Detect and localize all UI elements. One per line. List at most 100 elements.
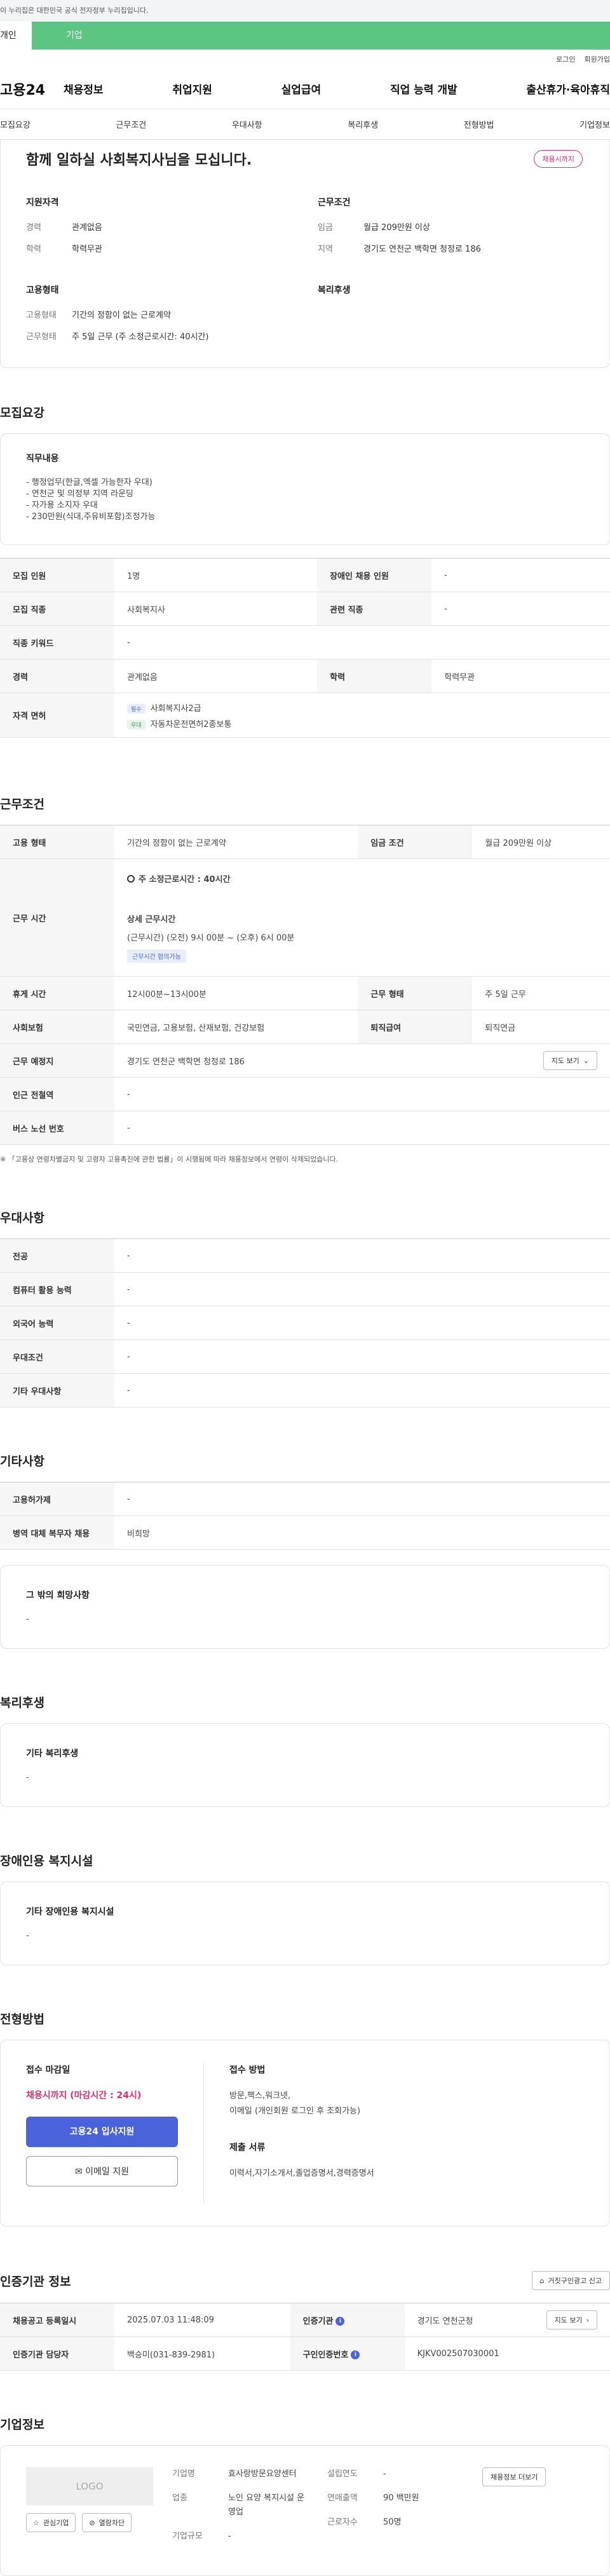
menu-unemployment[interactable]: 실업급여 [281, 81, 322, 97]
summary-grid: 지원자격 경력 관계없음 학력 학력무관 근무조건 임금 월급 209만원 이상 지역… [26, 196, 584, 348]
company-jobs-button[interactable]: 채용정보 더보기 [482, 2467, 546, 2486]
table-row: 인근 전철역 - [0, 1077, 610, 1111]
company-row: 업종 노인 요양 복지시설 운영업 [172, 2491, 308, 2519]
table-row: 근무 시간 주 소정근로시간 : 40시간 상세 근무시간 (근무시간) (오전… [0, 858, 610, 977]
section-selection-title: 전형방법 [0, 2012, 44, 2026]
menu-training[interactable]: 직업 능력 개발 [390, 81, 458, 97]
company-value: 50명 [383, 2518, 402, 2527]
cell-value: - [114, 1339, 610, 1374]
company-key: 연매출액 [327, 2493, 358, 2503]
home-icon: ⌂ [539, 2276, 545, 2285]
agency-org: 경기도 연천군청 [417, 2316, 473, 2326]
cell-key: 근무 시간 [0, 858, 114, 977]
cell-value: - [114, 1111, 610, 1145]
duty-line: - 자가용 소지자 우대 [26, 501, 98, 510]
site-logo[interactable]: 고용24 [0, 79, 64, 99]
block-company-button[interactable]: ⊘ 열람차단 [82, 2513, 132, 2532]
tab-company[interactable]: 기업 [32, 22, 610, 50]
tab-preferences[interactable]: 우대사항 [232, 118, 262, 130]
email-apply-button[interactable]: ✉ 이메일 지원 [26, 2156, 178, 2186]
table-row: 직종 키워드 - [0, 625, 610, 660]
block-label: 열람차단 [98, 2519, 125, 2527]
company-value: 노인 요양 복지시설 운영업 [228, 2493, 305, 2517]
docs-value: 이력서,자기소개서,졸업증명서,경력증명서 [229, 2169, 374, 2178]
tab-recruit[interactable]: 모집요강 [0, 118, 30, 130]
report-fake-ad-button[interactable]: ⌂ 거짓구인광고 신고 [531, 2271, 610, 2290]
join-link[interactable]: 회원가입 [585, 54, 610, 64]
welfare-box-value: - [26, 1773, 29, 1782]
cell-key: 근무 예정지 [0, 1043, 114, 1078]
summary-row: 지역 경기도 연천군 백학면 청정로 186 [318, 239, 584, 261]
info-icon[interactable]: i [336, 2317, 345, 2326]
tab-company[interactable]: 기업정보 [580, 118, 610, 130]
etc-table: 고용허가제 - 병역 대체 복무자 채용 비희망 [0, 1482, 610, 1550]
company-actions: ☆ 관심기업 ⊘ 열람차단 [26, 2513, 153, 2532]
cell-value: 1명 [114, 558, 318, 592]
menu-support[interactable]: 취업지원 [172, 81, 212, 97]
table-row: 사회보험 국민연금, 고용보험, 산재보험, 건강보험 퇴직급여 퇴직연금 [0, 1010, 610, 1044]
company-value: 90 백만원 [383, 2493, 419, 2503]
summary-key: 고용형태 [26, 311, 57, 320]
company-logo: LOGO [26, 2467, 153, 2505]
global-nav: 고용24 채용정보 취업지원 실업급여 직업 능력 개발 출산휴가·육아휴직 [0, 69, 610, 109]
map-view-button[interactable]: 지도 보기 ⌄ [543, 1051, 597, 1070]
company-info-col2: 설립연도 - 연매출액 90 백만원 근로자수 50명 [327, 2467, 463, 2554]
table-row: 버스 노선 번호 - [0, 1111, 610, 1145]
menu-jobs[interactable]: 채용정보 [64, 81, 104, 97]
table-row: 고용허가제 - [0, 1482, 610, 1516]
table-row: 고용 형태 기간의 정함이 없는 근로계약 임금 조건 월급 209만원 이상 [0, 825, 610, 859]
summary-key: 학력 [26, 245, 41, 254]
disabled-facility-box-title: 기타 장애인용 복지시설 [26, 1907, 114, 1917]
work-place: 경기도 연천군 백학면 청정로 186 [127, 1057, 245, 1067]
deadline-value: 채용시까지 (마감시간 : 24시) [26, 2091, 142, 2101]
summary-value: 경기도 연천군 백학면 청정로 186 [363, 245, 481, 254]
cell-key: 인근 전철역 [0, 1077, 114, 1111]
method-title: 접수 방법 [229, 2065, 266, 2075]
cell-value: - [114, 1238, 610, 1273]
license-name: 자동차운전면허2종보통 [150, 719, 232, 729]
summary-row: 경력 관계없음 [26, 217, 292, 239]
license-cell: 필수 사회복지사2급 우대 자동차운전면허2종보통 [114, 693, 610, 738]
company-value: - [383, 2469, 386, 2479]
cell-value: - [114, 1272, 610, 1306]
qualification-block: 지원자격 경력 관계없음 학력 학력무관 [26, 196, 292, 261]
apply-online-button[interactable]: 고용24 입사지원 [26, 2117, 178, 2147]
cell-key: 병역 대체 복무자 채용 [0, 1515, 114, 1550]
hours-negotiable-tag: 근무시간 협의가능 [127, 949, 186, 963]
company-key: 설립연도 [327, 2469, 358, 2479]
summary-value: 관계없음 [72, 223, 102, 233]
cell-key: 퇴직급여 [358, 1010, 473, 1044]
duty-line: - 연천군 및 의정부 지역 라운딩 [26, 489, 133, 499]
cell-key: 관련 직종 [317, 592, 432, 626]
menu-leave[interactable]: 출산휴가·육아휴직 [526, 81, 610, 97]
tab-personal[interactable]: 개인 [0, 22, 32, 50]
company-row: 설립연도 - [327, 2467, 463, 2481]
company-info-col1: 기업명 효사랑방문요양센터 업종 노인 요양 복지시설 운영업 기업규모 - [172, 2467, 308, 2554]
cell-value: 퇴직연금 [472, 1010, 610, 1044]
summary-key: 지역 [318, 245, 333, 254]
hours-cell: 주 소정근로시간 : 40시간 상세 근무시간 (근무시간) (오전) 9시 0… [114, 858, 610, 977]
company-info-col3: 채용정보 더보기 [482, 2467, 584, 2554]
favorite-company-button[interactable]: ☆ 관심기업 [26, 2513, 76, 2532]
job-title: 함께 일하실 사회복지사님을 모십니다. [26, 153, 252, 168]
section-disabled-facility-title: 장애인용 복지시설 [0, 1854, 93, 1868]
tab-conditions[interactable]: 근무조건 [116, 118, 146, 130]
section-recruit-title: 모집요강 [0, 406, 44, 420]
cell-key: 임금 조건 [358, 825, 473, 859]
cell-key: 외국어 능력 [0, 1306, 114, 1340]
clock-icon [127, 875, 135, 883]
deadline-title: 접수 마감일 [26, 2065, 71, 2075]
tab-welfare[interactable]: 복리후생 [348, 118, 378, 130]
tab-selection[interactable]: 전형방법 [464, 118, 494, 130]
qualification-title: 지원자격 [26, 198, 59, 208]
section-etc-title: 기타사항 [0, 1454, 44, 1468]
summary-key: 임금 [318, 223, 333, 233]
summary-value: 학력무관 [72, 245, 102, 254]
info-icon[interactable]: i [351, 2350, 360, 2359]
cell-value: 2025.07.03 11:48:09 [114, 2303, 290, 2337]
welfare-box: 기타 복리후생 - [0, 1723, 610, 1807]
login-link[interactable]: 로그인 [556, 54, 575, 64]
summary-key: 근무형태 [26, 332, 57, 342]
duty-title: 직무내용 [26, 454, 59, 464]
agency-map-button[interactable]: 지도 보기 › [546, 2310, 597, 2329]
